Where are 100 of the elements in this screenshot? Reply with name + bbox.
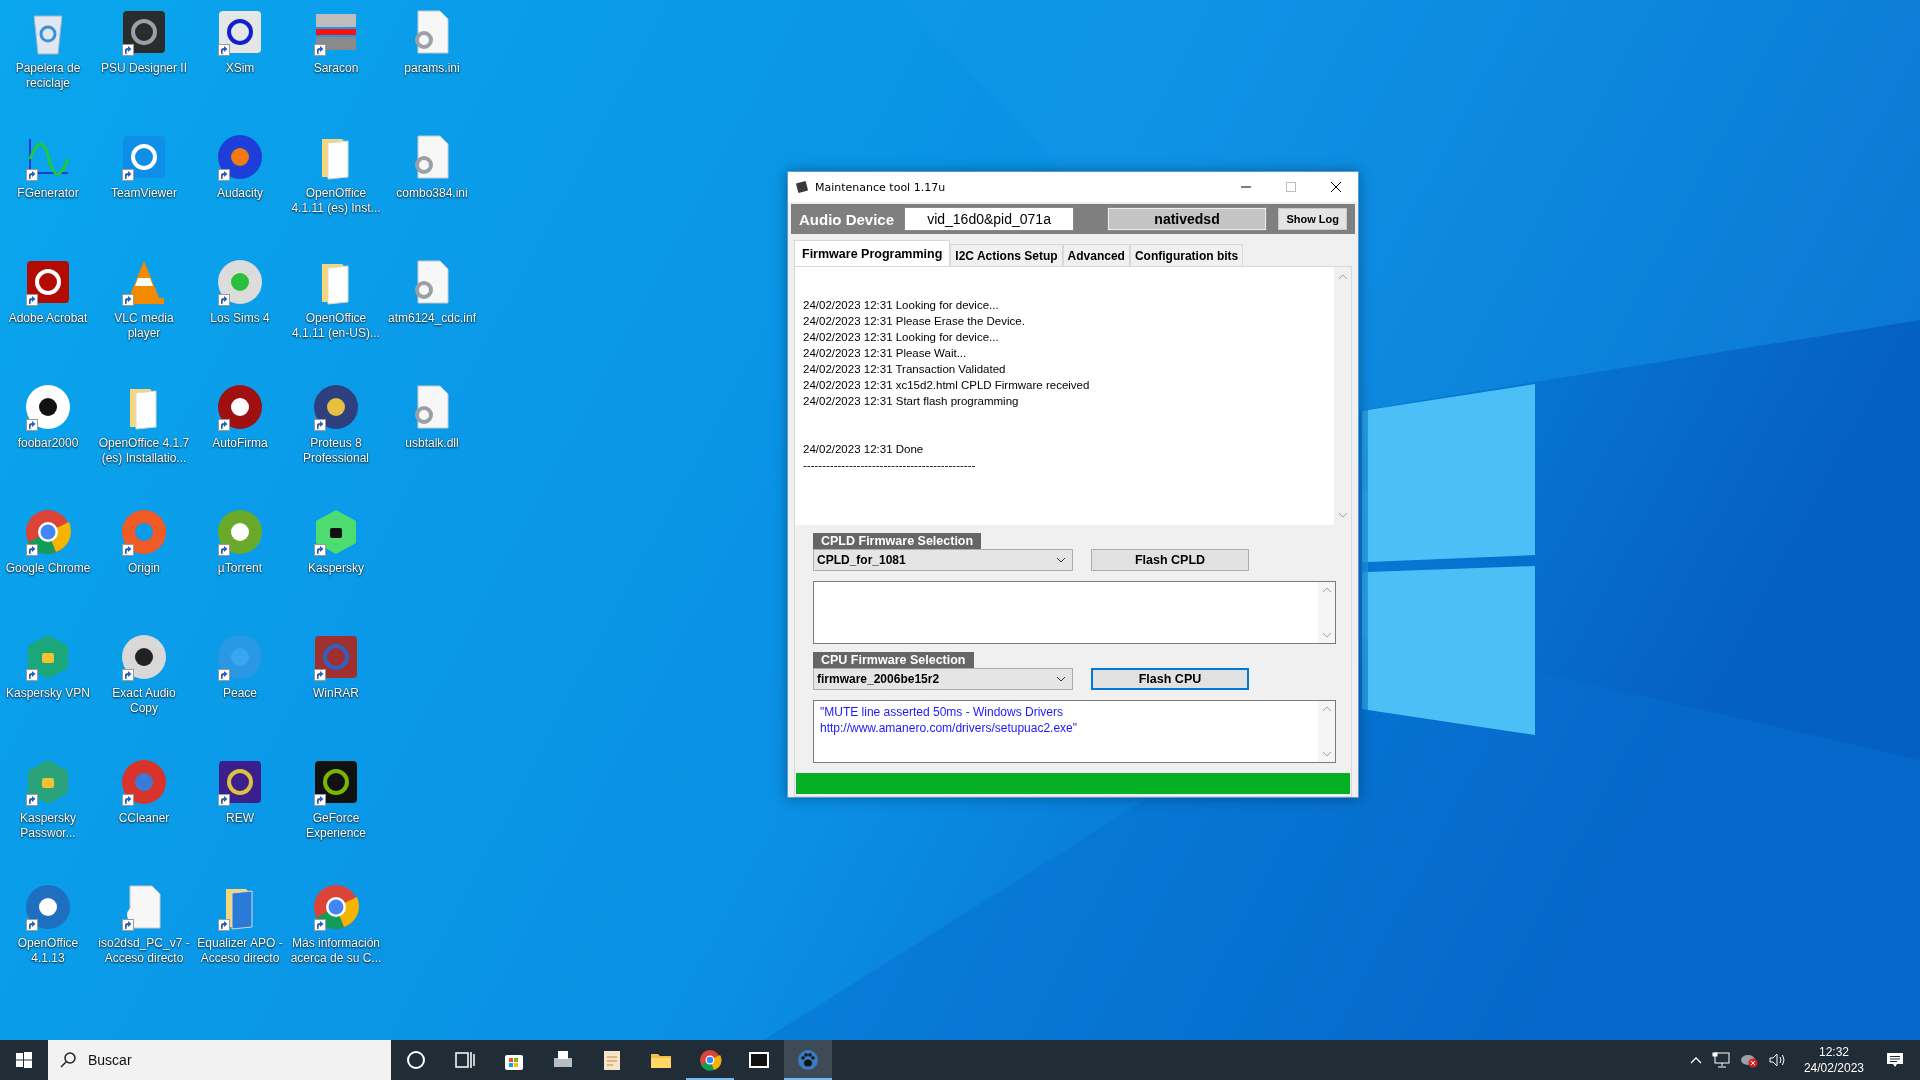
desktop-icon-label[interactable]: Audacity bbox=[193, 186, 287, 201]
desktop-icon-label[interactable]: OpenOffice 4.1.11 (es) Inst... bbox=[289, 186, 383, 216]
round-app-icon[interactable] bbox=[216, 383, 264, 431]
tab[interactable]: Firmware Programming bbox=[794, 240, 951, 266]
window-title: Maintenance tool 1.17u bbox=[815, 180, 946, 194]
desktop-icon-label[interactable]: Kaspersky Passwor... bbox=[1, 811, 95, 841]
flash-button[interactable]: Flash CPLD bbox=[1091, 549, 1249, 571]
search-field[interactable]: Buscar bbox=[48, 1040, 391, 1080]
desktop-icon-label[interactable]: usbtalk.dll bbox=[385, 436, 479, 451]
desktop-icon-label[interactable]: VLC media player bbox=[97, 311, 191, 341]
desktop-icon-label[interactable]: XSim bbox=[193, 61, 287, 76]
round-app-icon[interactable] bbox=[24, 383, 72, 431]
search-icon bbox=[60, 1052, 76, 1068]
desktop-icon-label[interactable]: Equalizer APO - Acceso directo bbox=[193, 936, 287, 966]
shortcut-arrow-icon bbox=[314, 44, 326, 56]
round-app-icon[interactable] bbox=[120, 633, 168, 681]
log-line: 24/02/2023 12:31 xc15d2.html CPLD Firmware received bbox=[803, 378, 1091, 393]
tab[interactable]: Configuration bits bbox=[1129, 244, 1244, 266]
desktop-icon-label[interactable]: Origin bbox=[97, 561, 191, 576]
clock-time: 12:32 bbox=[1818, 1044, 1849, 1060]
notes-text: "MUTE line asserted 50ms - Windows Drivers http://www.amanero.com/drivers/setupuac2.exe" bbox=[819, 704, 1079, 737]
log-line: 24/02/2023 12:31 Start flash programming bbox=[803, 394, 1020, 409]
round-app-icon[interactable] bbox=[216, 133, 264, 181]
shortcut-arrow-icon bbox=[314, 919, 326, 931]
square-app-icon[interactable] bbox=[24, 258, 72, 306]
log-line: 24/02/2023 12:31 Transaction Validated bbox=[803, 362, 1007, 377]
log-line: 24/02/2023 12:31 Please Erase the Device. bbox=[803, 314, 1026, 329]
paw-icon bbox=[796, 1048, 820, 1072]
desktop-icon-label[interactable]: CCleaner bbox=[97, 811, 191, 826]
log-line: 24/02/2023 12:31 Done bbox=[803, 442, 925, 457]
desktop-icon-label[interactable]: Exact Audio Copy bbox=[97, 686, 191, 716]
close-icon bbox=[1330, 182, 1341, 192]
desktop-icon-label[interactable]: AutoFirma bbox=[193, 436, 287, 451]
shortcut-arrow-icon bbox=[314, 544, 326, 556]
notification-icon[interactable] bbox=[1886, 1052, 1904, 1068]
desktop-icon-label[interactable]: Papelera de reciclaje bbox=[1, 61, 95, 91]
shortcut-arrow-icon bbox=[218, 419, 230, 431]
section-label: CPLD Firmware Selection bbox=[813, 533, 982, 549]
square-app-icon[interactable] bbox=[120, 8, 168, 56]
taskbar-button[interactable] bbox=[784, 1040, 832, 1080]
show-log-button[interactable]: Show Log bbox=[1278, 208, 1347, 230]
shortcut-arrow-icon bbox=[314, 419, 326, 431]
desktop-icon-label[interactable]: GeForce Experience bbox=[289, 811, 383, 841]
desktop-icon-label[interactable]: µTorrent bbox=[193, 561, 287, 576]
desktop-icon-label[interactable]: foobar2000 bbox=[1, 436, 95, 451]
desktop-icon-label[interactable]: Proteus 8 Professional bbox=[289, 436, 383, 466]
desktop-icon-label[interactable]: atm6124_cdc.inf bbox=[385, 311, 479, 326]
square-app-icon[interactable] bbox=[312, 633, 360, 681]
desktop-icon-label[interactable]: Los Sims 4 bbox=[193, 311, 287, 326]
desktop-icon-label[interactable]: iso2dsd_PC_v7 - Acceso directo bbox=[97, 936, 191, 966]
section-label: CPU Firmware Selection bbox=[813, 652, 974, 668]
desktop-icon-label[interactable]: FGenerator bbox=[1, 186, 95, 201]
shortcut-arrow-icon bbox=[26, 669, 38, 681]
shortcut-arrow-icon bbox=[122, 44, 134, 56]
desktop-icon-label[interactable]: Kaspersky bbox=[289, 561, 383, 576]
desktop-icon-label[interactable]: TeamViewer bbox=[97, 186, 191, 201]
desktop-icon-label[interactable]: REW bbox=[193, 811, 287, 826]
desktop-icon-label[interactable]: Más información acerca de su C... bbox=[289, 936, 383, 966]
firmware-dropdown[interactable]: CPLD_for_1081 bbox=[813, 549, 1073, 571]
browser-icon bbox=[698, 1048, 722, 1072]
tab[interactable]: I2C Actions Setup bbox=[950, 244, 1063, 266]
shortcut-arrow-icon bbox=[218, 544, 230, 556]
desktop-icon-label[interactable]: Kaspersky VPN bbox=[1, 686, 95, 701]
desktop-icon-label[interactable]: OpenOffice 4.1.7 (es) Installatio... bbox=[97, 436, 191, 466]
desktop-icon-label[interactable]: params.ini bbox=[385, 61, 479, 76]
chip-icon bbox=[795, 180, 809, 194]
square-app-icon[interactable] bbox=[216, 8, 264, 56]
shortcut-arrow-icon bbox=[218, 169, 230, 181]
device-id-field[interactable]: vid_16d0&pid_071a bbox=[904, 207, 1075, 231]
chevron-up-icon[interactable] bbox=[1689, 1056, 1702, 1064]
desktop-icon-label[interactable]: Adobe Acrobat bbox=[1, 311, 95, 326]
round-app-icon[interactable] bbox=[312, 383, 360, 431]
firmware-dropdown[interactable]: firmware_2006be15r2 bbox=[813, 668, 1073, 690]
tab[interactable]: Advanced bbox=[1062, 244, 1130, 266]
flash-button[interactable]: Flash CPU bbox=[1091, 668, 1249, 690]
desktop-icon-label[interactable]: Peace bbox=[193, 686, 287, 701]
desktop-icon-label[interactable]: WinRAR bbox=[289, 686, 383, 701]
shortcut-arrow-icon bbox=[314, 669, 326, 681]
desktop-icon-label[interactable]: OpenOffice 4.1.13 bbox=[1, 936, 95, 966]
shortcut-arrow-icon bbox=[122, 669, 134, 681]
shortcut-arrow-icon bbox=[26, 294, 38, 306]
desktop-icon-label[interactable]: Google Chrome bbox=[1, 561, 95, 576]
square-app-icon[interactable] bbox=[312, 758, 360, 806]
chevron-down-icon bbox=[1056, 557, 1066, 563]
network-icon[interactable] bbox=[1711, 1052, 1730, 1068]
desktop-icon-label[interactable]: Saracon bbox=[289, 61, 383, 76]
square-app-icon[interactable] bbox=[216, 758, 264, 806]
shortcut-arrow-icon bbox=[122, 919, 134, 931]
speaker-icon[interactable] bbox=[1767, 1052, 1786, 1068]
desktop-icon-label[interactable]: PSU Designer II bbox=[97, 61, 191, 76]
log-line: --------------------------------------------- bbox=[803, 458, 977, 473]
shortcut-arrow-icon bbox=[26, 169, 38, 181]
clock-date: 24/02/2023 bbox=[1803, 1060, 1864, 1076]
clock[interactable]: 12:32 24/02/2023 bbox=[1803, 1044, 1864, 1076]
cloud-error-icon[interactable] bbox=[1739, 1052, 1758, 1068]
desktop-icon-label[interactable]: combo384.ini bbox=[385, 186, 479, 201]
shortcut-arrow-icon bbox=[26, 544, 38, 556]
shortcut-arrow-icon bbox=[218, 44, 230, 56]
shortcut-arrow-icon bbox=[218, 919, 230, 931]
desktop-icon-label[interactable]: OpenOffice 4.1.11 (en-US)... bbox=[289, 311, 383, 341]
